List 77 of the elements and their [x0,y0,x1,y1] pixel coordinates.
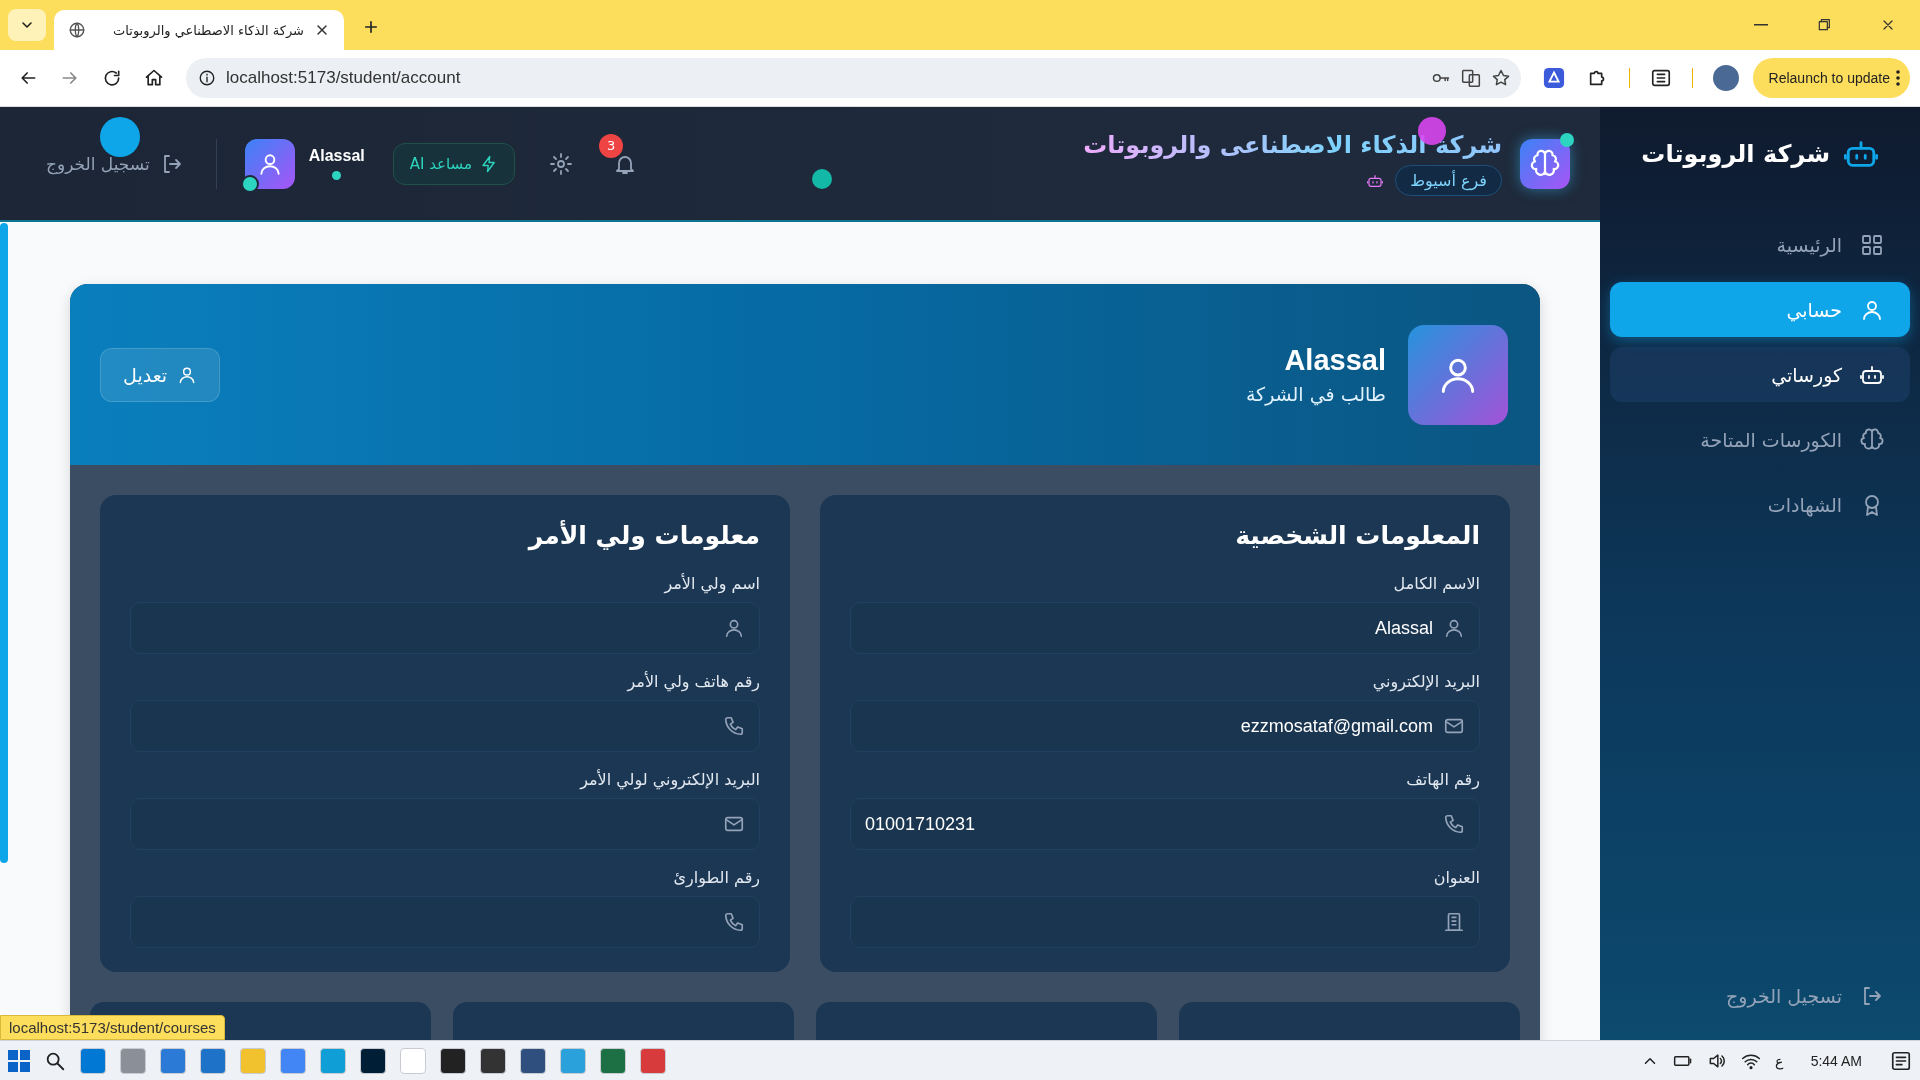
status-url: localhost:5173/student/courses [0,1015,225,1040]
tab-list-button[interactable] [8,9,46,41]
language-indicator[interactable]: ع [1774,1052,1783,1069]
edit-button[interactable]: تعديل [100,347,221,402]
restore-icon [1816,17,1832,33]
phone-icon [1443,813,1465,835]
browser-tab[interactable]: شركة الذكاء الاصطناعي والروبوتات [54,10,344,50]
building-icon [1443,911,1465,933]
relaunch-button[interactable]: Relaunch to update [1752,58,1910,98]
section-title: معلومات ولي الأمر [526,521,760,550]
online-dot [332,171,342,180]
sidebar-item[interactable]: الكورسات المتاحة [1610,412,1910,467]
input-field[interactable] [130,602,760,654]
clock[interactable]: 5:44 AM [1810,1052,1862,1069]
sidebar-item[interactable]: الرئيسية [1610,217,1910,272]
app-icon[interactable] [480,1047,506,1074]
globe-icon [68,21,86,39]
robot-icon [1367,172,1384,189]
more-icon [1896,70,1900,86]
user-name: Alassal [308,147,365,165]
branch-chip: فرع أسيوط [1395,165,1502,196]
input-field[interactable]: 01001710231 [850,798,1480,850]
field-label: اسم ولي الأمر [662,574,760,593]
app-icon[interactable] [440,1047,466,1074]
decor-dot [812,169,832,189]
user-icon [723,617,745,639]
logout-button[interactable]: تسجيل الخروج [42,147,188,180]
sidebar-title: شركة الروبوتات [1641,140,1830,168]
windows-start-icon[interactable] [8,1049,30,1072]
list-icon [1649,67,1672,89]
field-label: العنوان [1432,868,1480,887]
input-field[interactable] [130,700,760,752]
decor-dot [100,117,140,157]
field-label: رقم الهاتف [1405,770,1480,789]
field-label: البريد الإلكتروني لولي الأمر [578,770,760,789]
home-icon [144,68,164,88]
notifications-icon[interactable] [1890,1049,1912,1072]
profile-name: Alassal [1284,344,1386,377]
minimize-icon [1754,24,1768,26]
section-title: المعلومات الشخصية [1234,521,1480,550]
input-field[interactable] [130,896,760,948]
user-avatar[interactable] [244,138,295,189]
user-icon [1443,617,1465,639]
field-label: رقم هاتف ولي الأمر [625,672,760,691]
info-icon [198,69,216,87]
settings-icon [549,151,574,176]
scrollbar[interactable] [0,223,8,863]
decor-dot [1560,133,1574,147]
logout-button[interactable]: تسجيل الخروج [1610,984,1910,1008]
phone-icon [723,911,745,933]
field-label: الاسم الكامل [1392,574,1480,593]
reload-icon [102,68,122,88]
brain-icon [1530,148,1560,179]
brain-icon [1860,427,1884,452]
ai-assistant-button[interactable]: مساعد AI [392,142,516,185]
input-field[interactable] [130,798,760,850]
sidebar-item[interactable]: كورساتي [1610,347,1910,402]
close-icon [314,22,330,38]
star-icon [1490,68,1511,88]
plus-icon [362,18,380,36]
app-icon[interactable] [520,1047,546,1074]
input-field[interactable] [850,896,1480,948]
notification-badge: 3 [599,133,624,158]
field-label: البريد الإلكتروني [1371,672,1480,691]
translate-icon [1460,68,1481,88]
field-label: رقم الطوارئ [672,868,760,887]
close-tab-button[interactable] [314,22,330,38]
phone-icon [723,715,745,737]
address-bar[interactable]: localhost:5173/student/account [186,58,1521,98]
input-field[interactable]: Alassal [850,602,1480,654]
profile-role: طالب في الشركة [1245,383,1386,405]
app-icon[interactable] [360,1047,386,1074]
sidebar-item[interactable]: الشهادات [1610,477,1910,532]
grid-icon [1860,232,1884,257]
profile-avatar[interactable] [1712,65,1739,91]
extension-icon [1542,67,1565,89]
input-field[interactable]: ezzmosataf@gmail.com [850,700,1480,752]
